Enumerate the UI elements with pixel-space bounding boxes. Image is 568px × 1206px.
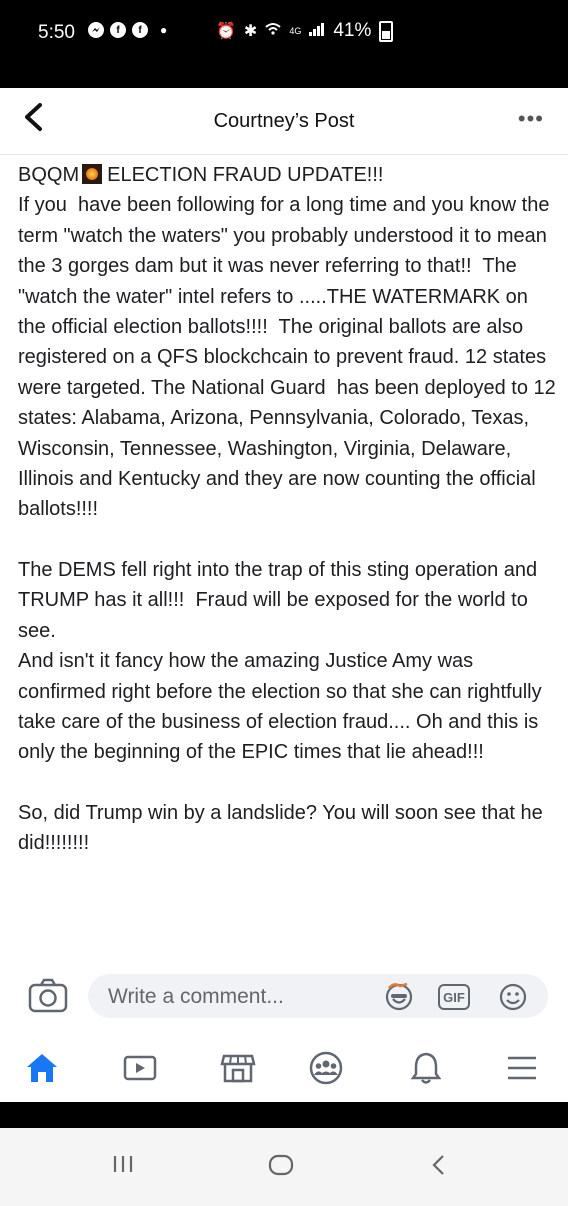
menu-icon [508,1056,536,1080]
tab-notifications[interactable] [404,1046,448,1090]
messenger-icon [88,22,104,38]
post-paragraph-1: If you have been following for a long ti… [18,194,562,521]
post-paragraph-3: So, did Trump win by a landslide? You wi… [18,801,549,855]
notifications-icon [411,1052,441,1084]
bottom-tab-bar [0,1036,568,1102]
post-headline: BQQM ELECTION FRAUD UPDATE!!! [18,160,556,190]
gif-button[interactable]: GIF [438,984,470,1010]
home-circle-icon [268,1154,294,1176]
tab-marketplace[interactable] [216,1046,260,1090]
more-options-button[interactable]: ••• [518,106,544,132]
marketplace-icon [220,1054,256,1083]
facebook-icon: f [132,22,148,38]
alarm-icon: ⏰ [216,23,236,40]
status-indicators: ⏰ ✱ 4G 41% [216,20,394,42]
comment-placeholder: Write a comment... [108,985,284,1008]
emoji-icon[interactable] [498,982,528,1012]
wifi-icon [265,22,281,41]
page-title: Courtney’s Post [213,110,355,132]
tab-home[interactable] [20,1046,64,1090]
battery-icon [379,20,394,42]
status-time: 5:50 [38,22,75,43]
post-header: Courtney’s Post ••• [0,88,568,155]
status-bar: 5:50 f f ● ⏰ ✱ 4G 41% [0,0,568,88]
facebook-icon: f [110,22,126,38]
post-headline-prefix: BQQM [18,164,80,186]
comment-composer: Write a comment... GIF [0,956,568,1034]
back-chevron-icon [432,1155,444,1175]
camera-icon[interactable] [28,978,68,1014]
bluetooth-icon: ✱ [243,23,258,40]
notification-icons: f f ● [88,22,167,38]
post-paragraph-2: The DEMS fell right into the trap of thi… [18,558,542,764]
watch-icon [123,1055,157,1081]
back-system-button[interactable] [430,1154,446,1176]
signal-icon [309,22,325,41]
comment-input[interactable]: Write a comment... GIF [88,974,548,1018]
groups-icon [309,1051,343,1085]
home-system-button[interactable] [268,1154,294,1176]
recent-apps-button[interactable] [112,1154,134,1174]
post-headline-text: ELECTION FRAUD UPDATE!!! [107,164,384,186]
more-notifications-icon: ● [160,23,168,37]
system-nav-bar [0,1128,568,1206]
home-icon [27,1054,57,1082]
system-navigation [0,1102,568,1206]
post-body: BQQM ELECTION FRAUD UPDATE!!! If you have… [18,160,556,859]
collision-emoji-icon [82,164,103,184]
tab-groups[interactable] [304,1046,348,1090]
network-type: 4G [289,26,302,36]
tab-watch[interactable] [118,1046,162,1090]
tab-menu[interactable] [500,1046,544,1090]
battery-percent: 41% [333,20,372,41]
sticker-icon[interactable] [384,982,414,1012]
recent-apps-icon [113,1156,133,1172]
